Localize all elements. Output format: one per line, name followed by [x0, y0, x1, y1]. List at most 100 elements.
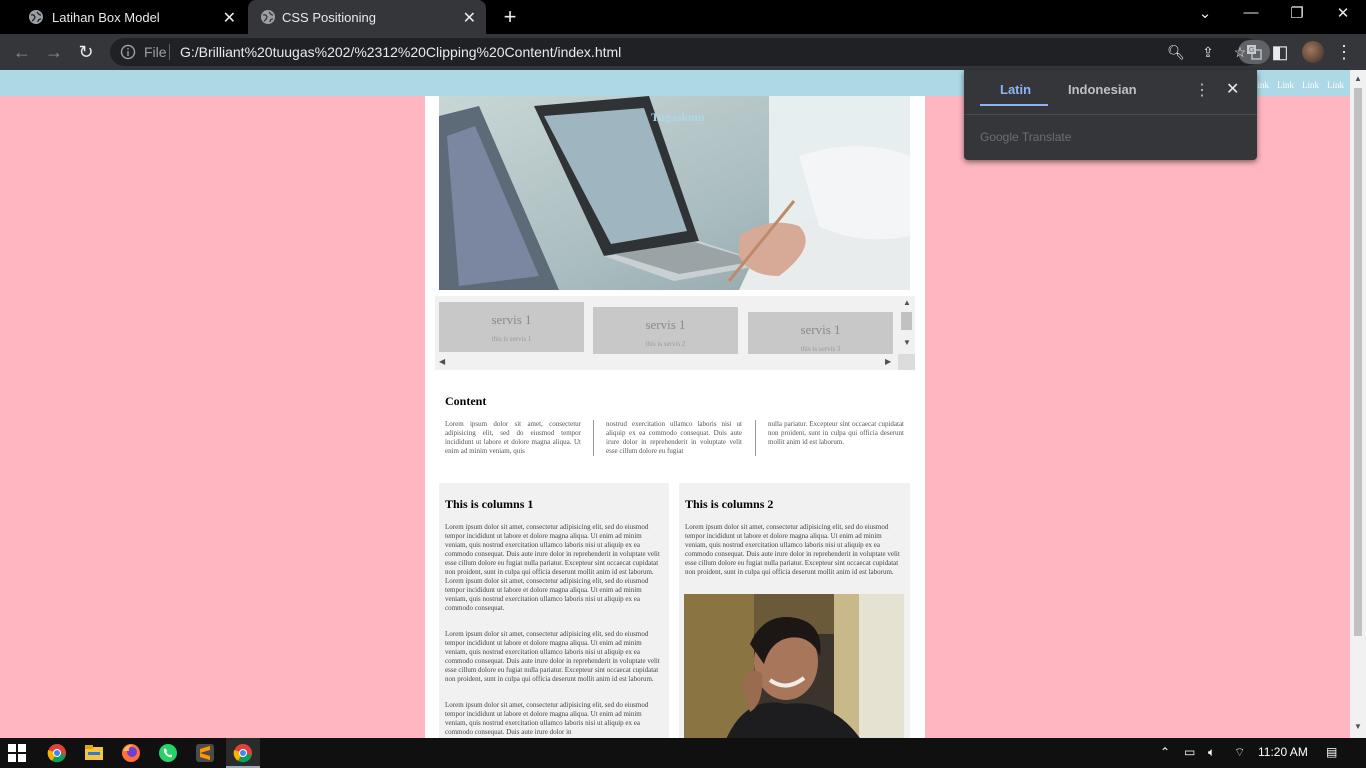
page-viewport: Link Link Link Link Tugaskmu servis 1 th… [0, 70, 1350, 738]
selected-tab-indicator [980, 104, 1048, 106]
file-explorer-icon[interactable] [83, 742, 105, 764]
service-desc: this is servis 2 [645, 340, 686, 348]
chrome-icon[interactable] [232, 742, 254, 764]
taskbar-clock[interactable]: 11:20 AM [1258, 745, 1308, 759]
sublime-text-icon[interactable] [194, 742, 216, 764]
tab-title: CSS Positioning [282, 10, 376, 25]
bookmark-star-icon[interactable]: ☆ [1230, 42, 1250, 62]
laptop-photo [439, 96, 910, 290]
service-title: servis 1 [800, 322, 841, 337]
restore-icon[interactable]: ❐ [1284, 4, 1310, 22]
side-panel-icon[interactable]: ◧ [1268, 40, 1292, 64]
service-title: servis 1 [645, 317, 686, 332]
scroll-corner [898, 354, 915, 370]
divider [169, 44, 170, 60]
column-1-paragraph: Lorem ipsum dolor sit amet, consectetur … [445, 630, 660, 683]
minimize-icon[interactable]: — [1238, 4, 1264, 21]
hero-image: Tugaskmu [439, 96, 910, 290]
notification-icon[interactable]: ▤ [1326, 745, 1337, 759]
zoom-icon[interactable]: 🔍︎ [1166, 42, 1186, 62]
close-tab-icon[interactable]: ✕ [223, 8, 236, 28]
service-card: servis 1 this is servis 2 [593, 307, 738, 357]
main-container: Tugaskmu servis 1 this is servis 1 servi… [425, 96, 925, 738]
column-divider [755, 420, 756, 456]
service-title: servis 1 [491, 312, 532, 327]
back-icon[interactable]: ← [10, 40, 34, 64]
address-bar[interactable]: File G:/Brilliant%20tuugas%202/%2312%20C… [110, 38, 1270, 66]
portrait-photo [684, 594, 904, 738]
google-wordmark: Google [980, 130, 1019, 144]
brand-text: Tugaskmu [651, 110, 705, 124]
scroll-left-icon[interactable]: ◀ [439, 357, 445, 366]
tab-title: Latihan Box Model [52, 10, 160, 25]
column-1-heading: This is columns 1 [445, 497, 534, 511]
forward-icon[interactable]: → [42, 40, 66, 64]
tab-css-positioning[interactable]: CSS Positioning ✕ [248, 0, 486, 34]
whatsapp-icon[interactable] [157, 742, 179, 764]
browser-toolbar: ← → ↻ File G:/Brilliant%20tuugas%202/%23… [0, 34, 1366, 70]
scroll-thumb[interactable] [901, 312, 912, 330]
horizontal-scrollbar[interactable]: ◀ ▶ [435, 354, 898, 370]
nav-link[interactable]: Link [1302, 80, 1319, 90]
content-column: Lorem ipsum dolor sit amet, consectetur … [445, 420, 581, 455]
close-window-icon[interactable]: ✕ [1330, 4, 1356, 22]
chrome-icon[interactable] [46, 742, 68, 764]
menu-icon[interactable]: ⋮ [1332, 40, 1356, 64]
service-desc: this is servis 1 [491, 335, 532, 343]
language-tab-latin[interactable]: Latin [1000, 82, 1031, 97]
column-divider [593, 420, 594, 456]
language-tab-indonesian[interactable]: Indonesian [1068, 82, 1137, 97]
scroll-up-icon[interactable]: ▲ [1354, 74, 1362, 83]
scroll-down-icon[interactable]: ▼ [903, 338, 911, 347]
column-1-paragraph: Lorem ipsum dolor sit amet, consectetur … [445, 701, 649, 736]
vertical-scrollbar[interactable]: ▲ ▼ [898, 296, 915, 354]
column-2-paragraph: Lorem ipsum dolor sit amet, consectetur … [685, 523, 900, 576]
translate-wordmark: Translate [1021, 130, 1072, 144]
close-tab-icon[interactable]: ✕ [463, 8, 476, 28]
info-icon[interactable] [120, 44, 136, 60]
service-card: servis 1 this is servis 1 [439, 302, 584, 352]
page-scroll-thumb[interactable] [1354, 88, 1362, 636]
new-tab-button[interactable]: + [498, 4, 522, 30]
windows-taskbar: ⌃ ▭ 🔈︎ ⌔ 11:20 AM ▤ [0, 738, 1366, 768]
close-icon[interactable]: ✕ [1226, 79, 1239, 99]
tab-search-icon[interactable]: ⌄ [1192, 4, 1218, 22]
battery-icon[interactable]: ▭ [1184, 745, 1195, 759]
nav-link[interactable]: Link [1277, 80, 1294, 90]
wifi-icon[interactable]: ⌔ [1234, 745, 1245, 760]
scroll-down-icon[interactable]: ▼ [1354, 722, 1362, 731]
page-scrollbar[interactable]: ▲ ▼ [1350, 70, 1366, 738]
content-column: nostrud exercitation ullamco laboris nis… [606, 420, 742, 455]
scroll-up-icon[interactable]: ▲ [903, 298, 911, 307]
divider [964, 114, 1257, 115]
firefox-icon[interactable] [120, 742, 142, 764]
translate-popup: Latin Indonesian ⋮ ✕ Google Translate [964, 70, 1257, 160]
column-2-heading: This is columns 2 [685, 497, 774, 511]
scheme-label: File [144, 44, 167, 60]
content-columns: Lorem ipsum dolor sit amet, consectetur … [445, 420, 905, 458]
nav-links: Link Link Link Link [1252, 80, 1344, 90]
globe-icon [261, 10, 275, 24]
share-icon[interactable]: ⇪ [1198, 42, 1218, 62]
columns-1-box: This is columns 1 Lorem ipsum dolor sit … [439, 483, 669, 738]
smiling-man-image [684, 594, 904, 738]
profile-avatar[interactable] [1302, 41, 1324, 63]
reload-icon[interactable]: ↻ [74, 40, 98, 64]
services-scroller[interactable]: servis 1 this is servis 1 servis 1 this … [435, 296, 915, 370]
volume-icon[interactable]: 🔈︎ [1208, 745, 1215, 760]
column-1-paragraph: Lorem ipsum dolor sit amet, consectetur … [445, 523, 660, 612]
scroll-right-icon[interactable]: ▶ [885, 357, 891, 366]
columns-2-box: This is columns 2 Lorem ipsum dolor sit … [679, 483, 910, 738]
chevron-up-icon[interactable]: ⌃ [1160, 745, 1170, 759]
content-column: nulla pariatur. Excepteur sint occaecat … [768, 420, 904, 446]
content-heading: Content [445, 394, 487, 408]
globe-icon [29, 10, 43, 24]
tab-strip: Latihan Box Model ✕ CSS Positioning ✕ + … [0, 0, 1366, 34]
service-desc: this is servis 3 [800, 345, 841, 353]
windows-start-icon[interactable] [8, 744, 26, 762]
tab-latihan-box-model[interactable]: Latihan Box Model ✕ [8, 0, 246, 34]
more-options-icon[interactable]: ⋮ [1194, 80, 1210, 100]
nav-link[interactable]: Link [1327, 80, 1344, 90]
google-translate-logo: Google Translate [980, 130, 1071, 144]
url-text[interactable]: G:/Brilliant%20tuugas%202/%2312%20Clippi… [180, 44, 621, 60]
